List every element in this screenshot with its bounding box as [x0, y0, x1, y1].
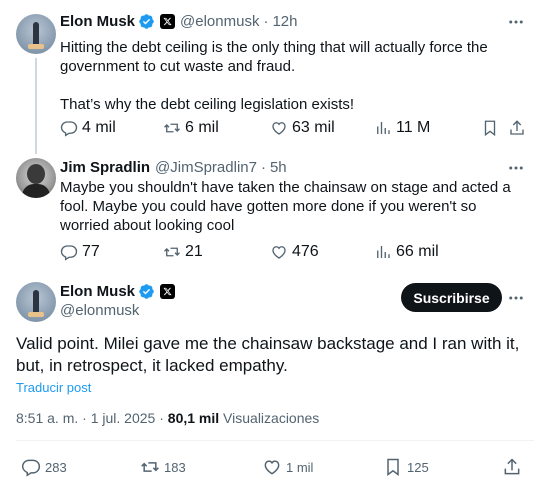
repost-button[interactable]: 6 mil	[163, 119, 219, 137]
timestamp[interactable]: 12h	[272, 13, 297, 30]
author-name[interactable]: Elon Musk	[60, 283, 135, 300]
like-button[interactable]: 1 mil	[262, 457, 313, 477]
separator-dot: ·	[82, 410, 87, 426]
avatar[interactable]	[16, 158, 56, 198]
more-options-icon[interactable]	[506, 12, 526, 32]
repost-icon	[141, 462, 159, 472]
subscribe-button[interactable]: Suscribirse	[401, 283, 502, 312]
divider	[16, 440, 534, 441]
views-button[interactable]: 66 mil	[374, 243, 439, 261]
like-count: 476	[292, 243, 319, 260]
repost-icon	[164, 247, 180, 257]
tweet-header: Jim Spradlin @JimSpradlin7 · 5h	[60, 159, 287, 176]
post-time[interactable]: 8:51 a. m.	[16, 410, 78, 426]
heart-icon	[272, 122, 286, 135]
reply-count: 283	[45, 459, 67, 475]
author-handle[interactable]: @elonmusk	[60, 302, 139, 319]
view-count: 11 M	[396, 119, 431, 136]
reply-icon	[60, 245, 78, 261]
author-name[interactable]: Elon Musk	[60, 13, 135, 30]
verified-badge-icon	[139, 14, 154, 29]
share-icon	[504, 458, 520, 475]
separator-dot: ·	[159, 410, 164, 426]
repost-count: 183	[164, 459, 186, 475]
reply-button[interactable]: 4 mil	[60, 119, 116, 137]
reply-icon	[21, 459, 41, 477]
analytics-icon	[377, 122, 390, 134]
author-handle[interactable]: @elonmusk	[180, 13, 259, 30]
bookmark-count: 125	[407, 459, 429, 475]
repost-button[interactable]: 21	[163, 243, 203, 261]
share-icon	[510, 120, 524, 135]
tweet-header: Elon Musk @elonmusk · 12h	[60, 13, 297, 30]
x-logo-icon	[160, 284, 176, 299]
bookmark-button[interactable]: 125	[383, 457, 429, 477]
bookmark-button[interactable]	[481, 119, 499, 137]
translate-post-link[interactable]: Traducir post	[16, 380, 91, 395]
heart-icon	[264, 460, 280, 475]
reply-button[interactable]: 283	[21, 457, 67, 477]
separator-dot: ·	[260, 159, 266, 176]
author-handle[interactable]: @JimSpradlin7	[155, 159, 257, 176]
like-count: 1 mil	[286, 459, 314, 475]
thread-line	[35, 58, 37, 154]
avatar[interactable]	[16, 14, 56, 54]
tweet-metadata: 8:51 a. m. · 1 jul. 2025 · 80,1 mil Visu…	[16, 410, 319, 426]
like-button[interactable]: 63 mil	[270, 119, 335, 137]
reply-count: 4 mil	[82, 119, 116, 136]
bookmark-icon	[484, 120, 496, 137]
analytics-icon	[377, 246, 390, 258]
author-name[interactable]: Jim Spradlin	[60, 159, 150, 176]
author-name-row: Elon Musk	[60, 283, 176, 300]
reply-icon	[60, 121, 78, 137]
tweet-text: Hitting the debt ceiling is the only thi…	[60, 39, 488, 113]
repost-button[interactable]: 183	[140, 457, 186, 477]
tweet-text: Maybe you shouldn't have taken the chain…	[60, 179, 511, 234]
views-button[interactable]: 11 M	[374, 119, 430, 137]
like-button[interactable]: 476	[270, 243, 319, 261]
repost-count: 6 mil	[185, 119, 219, 136]
like-count: 63 mil	[292, 119, 335, 136]
repost-count: 21	[185, 243, 203, 260]
more-options-icon[interactable]	[506, 288, 526, 308]
separator-dot: ·	[263, 13, 269, 30]
view-count: 66 mil	[396, 243, 439, 260]
views-count: 80,1 mil	[167, 410, 220, 426]
repost-icon	[164, 123, 180, 133]
views-label: Visualizaciones	[223, 410, 320, 426]
reply-button[interactable]: 77	[60, 243, 100, 261]
avatar[interactable]	[16, 282, 56, 322]
more-options-icon[interactable]	[506, 158, 526, 178]
timestamp[interactable]: 5h	[270, 159, 287, 176]
tweet-text: Valid point. Milei gave me the chainsaw …	[16, 334, 520, 375]
share-button[interactable]	[502, 457, 522, 477]
share-button[interactable]	[508, 119, 526, 137]
post-date[interactable]: 1 jul. 2025	[91, 410, 156, 426]
reply-count: 77	[82, 243, 100, 260]
verified-badge-icon	[139, 284, 154, 299]
heart-icon	[272, 246, 286, 259]
bookmark-icon	[387, 458, 399, 476]
x-logo-icon	[160, 14, 176, 29]
author-handle-row: @elonmusk	[55, 302, 139, 319]
